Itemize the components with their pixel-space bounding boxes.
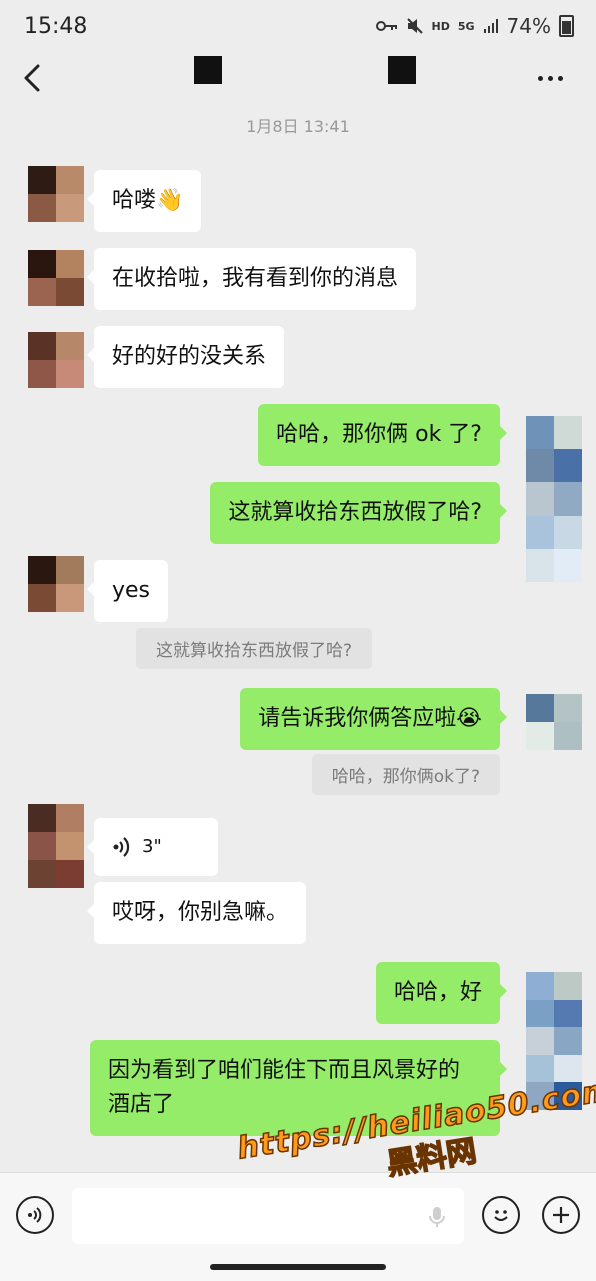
voice-wave-icon — [113, 837, 130, 857]
message-bubble-right[interactable]: 这就算收拾东西放假了哈? — [210, 482, 507, 544]
redacted-title-block-1 — [194, 56, 222, 84]
chat-timestamp: 1月8日 13:41 — [246, 117, 350, 136]
voice-message-bubble[interactable]: 3" — [87, 818, 218, 876]
voice-duration: 3" — [142, 836, 162, 857]
my-avatar[interactable] — [526, 416, 582, 582]
contact-avatar[interactable] — [28, 804, 84, 888]
message-text: 哈喽👋 — [112, 188, 184, 213]
quoted-text: 哈哈，那你俩ok了? — [331, 767, 480, 787]
message-text: 这就算收拾东西放假了哈? — [228, 500, 482, 525]
add-button[interactable] — [542, 1196, 580, 1234]
message-text: 哎呀，你别急嘛。 — [112, 900, 289, 925]
voice-toggle-icon — [28, 1207, 42, 1223]
message-text-line2: 酒店了 — [108, 1092, 175, 1117]
message-bubble-left[interactable]: 在收拾啦，我有看到你的消息 — [86, 248, 417, 310]
message-bubble-left[interactable]: 哎呀，你别急嘛。 — [86, 882, 307, 944]
key-icon — [375, 21, 397, 31]
back-button[interactable] — [14, 58, 54, 98]
status-time: 15:48 — [24, 14, 88, 39]
quoted-message[interactable]: 哈哈，那你俩ok了? — [311, 754, 500, 795]
home-indicator[interactable] — [210, 1264, 386, 1270]
more-button[interactable] — [538, 62, 578, 94]
message-bubble-left[interactable]: 好的好的没关系 — [86, 326, 285, 388]
message-text: 好的好的没关系 — [112, 344, 267, 369]
message-bubble-left[interactable]: 哈喽👋 — [86, 170, 202, 232]
redacted-title-block-2 — [388, 56, 416, 84]
message-text: yes — [112, 578, 151, 603]
signal-bars-icon — [483, 19, 498, 33]
chevron-left-icon — [24, 64, 40, 92]
emoji-button[interactable] — [482, 1196, 520, 1234]
voice-toggle-button[interactable] — [16, 1196, 54, 1234]
contact-avatar[interactable] — [28, 166, 84, 222]
message-bubble-left[interactable]: yes — [86, 560, 169, 622]
status-icons: HD 5G 74% — [375, 14, 574, 38]
input-mic-icon — [428, 1206, 446, 1232]
message-bubble-right[interactable]: 哈哈，那你俩 ok 了? — [258, 404, 507, 466]
contact-avatar[interactable] — [28, 332, 84, 388]
message-bubble-right[interactable]: 哈哈，好 — [375, 962, 508, 1024]
more-dots-icon — [538, 75, 563, 81]
message-text: 在收拾啦，我有看到你的消息 — [112, 266, 399, 291]
my-avatar[interactable] — [526, 694, 582, 750]
message-bubble-right[interactable]: 请告诉我你俩答应啦😭 — [240, 688, 507, 750]
message-text: 请告诉我你俩答应啦😭 — [258, 706, 482, 731]
quoted-text: 这就算收拾东西放假了哈? — [156, 641, 353, 661]
emoji-icon — [494, 1210, 508, 1221]
message-text: 哈哈，那你俩 ok 了? — [276, 422, 482, 447]
contact-avatar[interactable] — [28, 250, 84, 306]
battery-icon — [559, 15, 574, 37]
message-text: 哈哈，好 — [393, 980, 482, 1005]
hd-label: HD — [431, 19, 450, 33]
contact-avatar[interactable] — [28, 556, 84, 612]
plus-icon — [553, 1207, 569, 1223]
message-text: 因为看到了咱们能住下而且风景好的 — [108, 1058, 461, 1083]
battery-percent: 74% — [506, 14, 551, 38]
signal-type-label: 5G — [457, 19, 475, 33]
mute-icon — [406, 18, 423, 34]
quoted-message[interactable]: 这就算收拾东西放假了哈? — [136, 628, 373, 669]
